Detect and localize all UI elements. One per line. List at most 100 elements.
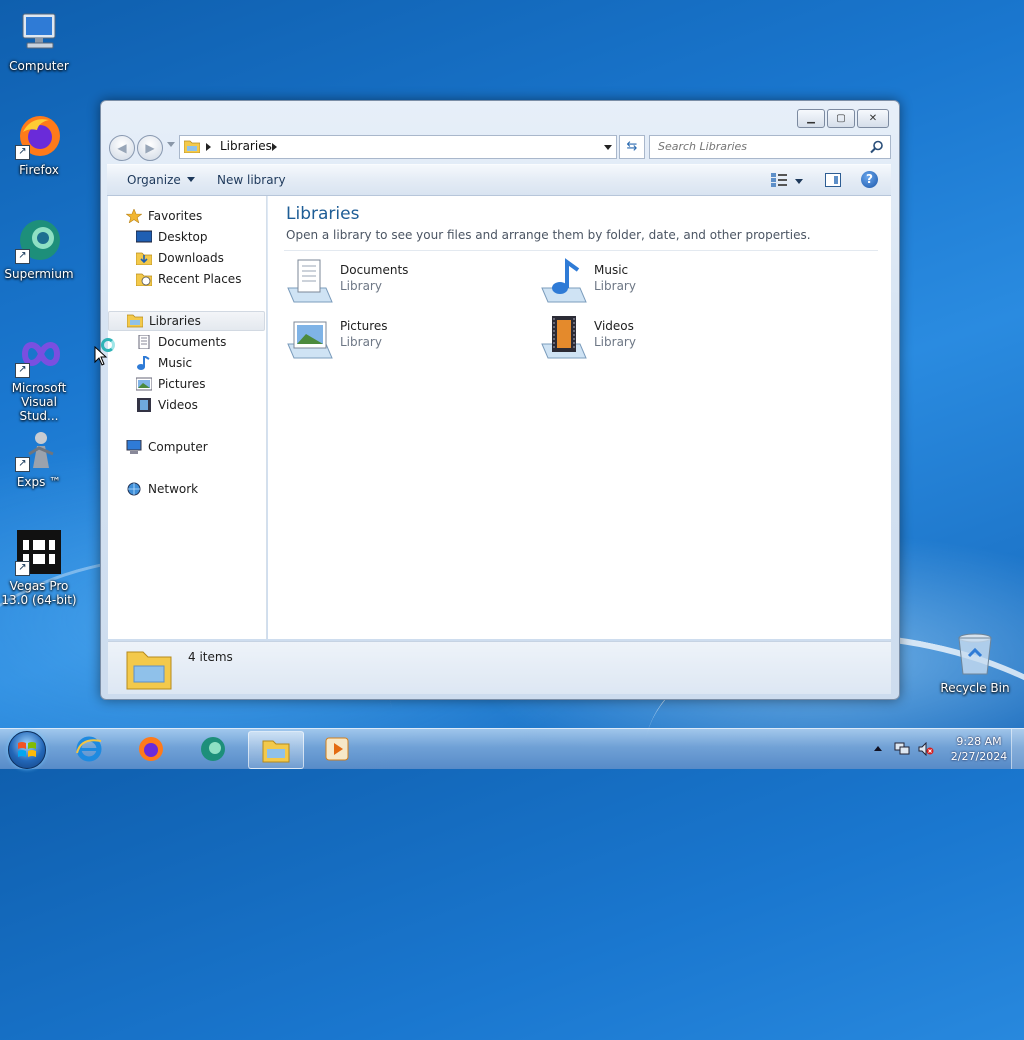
nav-favorites[interactable]: Favorites <box>108 206 264 226</box>
content-pane: Libraries Open a library to see your fil… <box>268 196 891 639</box>
firefox-icon <box>139 737 163 761</box>
library-type: Library <box>340 335 382 349</box>
firefox-icon: ↗ <box>15 112 63 160</box>
taskbar-supermium[interactable] <box>186 731 240 767</box>
maximize-button[interactable]: ▢ <box>827 109 855 128</box>
taskbar-windows-explorer[interactable] <box>248 731 304 769</box>
desktop-icon-label: Microsoft Visual Stud... <box>11 381 67 423</box>
address-bar[interactable]: Libraries <box>179 135 617 159</box>
internet-explorer-icon <box>76 736 102 762</box>
recycle-bin-icon <box>951 630 999 678</box>
desktop-icon-firefox[interactable]: ↗ Firefox <box>0 112 78 177</box>
library-videos[interactable]: Videos Library <box>540 314 780 364</box>
organize-button[interactable]: Organize <box>127 173 195 187</box>
nav-label: Recent Places <box>158 272 242 286</box>
clock-time: 9:28 AM <box>956 735 1002 748</box>
help-icon[interactable]: ? <box>861 171 878 188</box>
minimize-button[interactable]: ▁ <box>797 109 825 128</box>
star-icon <box>126 209 142 223</box>
change-view-icon[interactable] <box>771 173 787 187</box>
media-player-icon <box>325 737 349 761</box>
nav-computer[interactable]: Computer <box>108 437 264 457</box>
film-icon <box>137 398 151 412</box>
computer-icon <box>15 8 63 56</box>
supermium-icon: ↗ <box>15 216 63 264</box>
taskbar-internet-explorer[interactable] <box>62 731 116 767</box>
refresh-button[interactable]: ⇆ <box>619 135 645 159</box>
library-name: Videos <box>594 319 634 333</box>
show-hidden-icons-button[interactable] <box>874 746 882 751</box>
music-library-icon <box>541 258 587 303</box>
desktop-icon-recycle-bin[interactable]: Recycle Bin <box>936 630 1014 695</box>
network-icon <box>127 482 141 496</box>
search-icon <box>870 140 883 154</box>
library-pictures[interactable]: Pictures Library <box>286 314 526 364</box>
nav-recent-places[interactable]: Recent Places <box>108 269 264 289</box>
details-pane: 4 items <box>108 641 891 694</box>
libraries-folder-icon <box>126 651 172 690</box>
desktop-icon-visual-studio[interactable]: ↗ Microsoft Visual Stud... <box>0 330 78 423</box>
nav-videos[interactable]: Videos <box>108 395 264 415</box>
shortcut-arrow-icon: ↗ <box>15 457 30 472</box>
nav-label: Videos <box>158 398 198 412</box>
nav-label: Desktop <box>158 230 208 244</box>
library-name: Music <box>594 263 629 277</box>
search-input[interactable] <box>656 139 860 154</box>
start-button[interactable] <box>8 731 46 769</box>
page-subtitle: Open a library to see your files and arr… <box>286 228 811 242</box>
recent-places-icon <box>136 273 152 286</box>
nav-pictures[interactable]: Pictures <box>108 374 264 394</box>
pictures-library-icon <box>287 321 333 359</box>
show-desktop-button[interactable] <box>1011 729 1024 769</box>
back-button[interactable]: ◀ <box>109 135 135 161</box>
desktop-icon-label: Firefox <box>19 163 59 177</box>
downloads-icon <box>136 252 152 265</box>
breadcrumb-separator-icon[interactable] <box>272 143 277 151</box>
nav-downloads[interactable]: Downloads <box>108 248 264 268</box>
desktop-icon-vegas-pro[interactable]: ↗ Vegas Pro 13.0 (64-bit) <box>0 528 78 607</box>
nav-label: Documents <box>158 335 227 349</box>
item-count: 4 items <box>188 650 233 664</box>
breadcrumb-separator-icon[interactable] <box>206 143 211 151</box>
desktop-icon-label: Supermium <box>4 267 74 281</box>
music-note-icon <box>137 356 150 370</box>
computer-icon <box>126 440 142 454</box>
clock[interactable]: 9:28 AM 2/27/2024 <box>944 734 1014 764</box>
new-library-button[interactable]: New library <box>217 173 286 187</box>
desktop-icon-label: Computer <box>9 59 69 73</box>
desktop-icon-exps[interactable]: ↗ Exps ™ <box>0 424 78 489</box>
preview-pane-icon[interactable] <box>825 173 841 187</box>
library-name: Pictures <box>340 319 388 333</box>
desktop-icon-computer[interactable]: Computer <box>0 8 78 73</box>
nav-network[interactable]: Network <box>108 479 264 499</box>
nav-documents[interactable]: Documents <box>108 332 264 352</box>
close-button[interactable]: ✕ <box>857 109 889 128</box>
busy-spinner-icon <box>101 338 115 352</box>
organize-label: Organize <box>127 173 181 187</box>
search-box[interactable] <box>649 135 891 159</box>
library-music[interactable]: Music Library <box>540 258 780 308</box>
forward-button[interactable]: ▶ <box>137 135 163 161</box>
breadcrumb-libraries[interactable]: Libraries <box>220 139 272 153</box>
desktop-icon-supermium[interactable]: ↗ Supermium <box>0 216 78 281</box>
windows-logo-icon <box>18 742 36 757</box>
caption-buttons: ▁ ▢ ✕ <box>795 109 889 128</box>
taskbar-media-player[interactable] <box>310 731 364 767</box>
view-options-dropdown[interactable] <box>795 179 803 184</box>
nav-desktop[interactable]: Desktop <box>108 227 264 247</box>
shortcut-arrow-icon: ↗ <box>15 249 30 264</box>
library-documents[interactable]: Documents Library <box>286 258 526 308</box>
network-status-icon[interactable] <box>894 742 910 756</box>
nav-music[interactable]: Music <box>108 353 264 373</box>
volume-muted-icon[interactable] <box>918 742 934 756</box>
taskbar-firefox[interactable] <box>124 731 178 767</box>
address-dropdown[interactable] <box>604 145 612 150</box>
recent-pages-dropdown[interactable] <box>167 142 175 147</box>
clock-date: 2/27/2024 <box>950 750 1008 763</box>
taskbar: 9:28 AM 2/27/2024 <box>0 728 1024 769</box>
desktop-icon-label: Recycle Bin <box>940 681 1010 695</box>
libraries-icon <box>127 314 143 328</box>
library-type: Library <box>594 335 636 349</box>
system-tray: 9:28 AM 2/27/2024 <box>864 729 1024 769</box>
nav-libraries[interactable]: Libraries <box>108 311 265 331</box>
